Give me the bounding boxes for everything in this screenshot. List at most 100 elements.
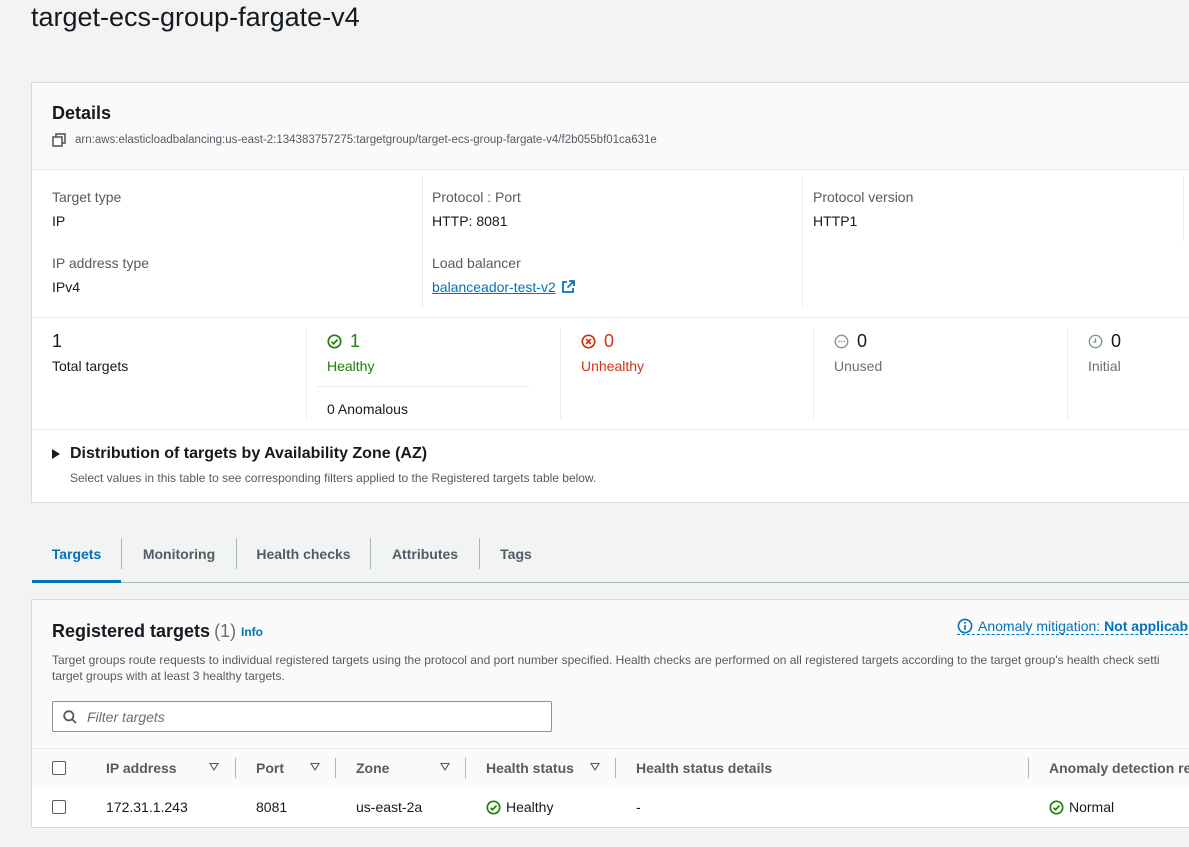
check-circle-icon xyxy=(486,799,501,815)
cell-anomaly: Normal xyxy=(1049,787,1114,827)
anomaly-mitigation-label: Anomaly mitigation: xyxy=(978,618,1101,634)
unused-count[interactable]: 0 xyxy=(834,331,867,352)
info-link[interactable]: Info xyxy=(241,625,263,639)
az-distribution-toggle[interactable]: Distribution of targets by Availability … xyxy=(52,445,427,463)
sort-icon[interactable] xyxy=(310,763,320,771)
protocol-port-value: HTTP: 8081 xyxy=(432,213,508,229)
column-divider xyxy=(235,758,236,778)
total-targets-count: 1 xyxy=(52,331,62,352)
ellipsis-circle-icon xyxy=(834,334,849,349)
load-balancer-link[interactable]: balanceador-test-v2 xyxy=(432,279,556,295)
cell-ip: 172.31.1.243 xyxy=(106,799,188,815)
anomalous-count: 0 Anomalous xyxy=(327,401,408,417)
copy-icon[interactable] xyxy=(52,133,66,147)
sort-icon[interactable] xyxy=(209,763,219,771)
registered-targets-title: Registered targets (1) xyxy=(52,621,236,642)
info-icon xyxy=(957,618,973,634)
column-divider xyxy=(465,758,466,778)
column-header-zone[interactable]: Zone xyxy=(356,749,389,787)
column-divider xyxy=(1067,329,1068,419)
protocol-port-label: Protocol : Port xyxy=(432,189,521,205)
total-targets-label: Total targets xyxy=(52,358,129,374)
arn-row: arn:aws:elasticloadbalancing:us-east-2:1… xyxy=(52,133,657,147)
column-header-health-details[interactable]: Health status details xyxy=(636,749,772,787)
sort-icon[interactable] xyxy=(590,763,600,771)
cell-port: 8081 xyxy=(256,799,288,815)
filter-targets-box xyxy=(52,701,552,732)
column-header-port[interactable]: Port xyxy=(256,749,284,787)
unhealthy-value: 0 xyxy=(604,331,615,351)
column-divider xyxy=(1183,175,1184,241)
column-header-anomaly[interactable]: Anomaly detection re xyxy=(1049,749,1189,787)
clock-icon xyxy=(1088,334,1103,349)
table-header: IP address Port Zone Health status Healt… xyxy=(32,748,1189,788)
target-type-value: IP xyxy=(52,213,66,229)
az-distribution-title: Distribution of targets by Availability … xyxy=(70,445,428,462)
description-line-1: Target groups route requests to individu… xyxy=(52,653,1160,667)
protocol-version-label: Protocol version xyxy=(813,189,914,205)
ip-address-type-label: IP address type xyxy=(52,255,150,271)
total-targets-value: 1 xyxy=(52,331,63,351)
registered-targets-description: Target groups route requests to individu… xyxy=(52,652,1189,684)
registered-targets-header: Registered targets (1) Info Anomaly mitig… xyxy=(32,600,1189,748)
unused-label: Unused xyxy=(834,358,883,374)
check-circle-icon xyxy=(1049,799,1064,815)
ip-address-type-value: IPv4 xyxy=(52,279,81,295)
column-divider xyxy=(335,758,336,778)
registered-targets-panel: Registered targets (1) Info Anomaly mitig… xyxy=(31,599,1189,828)
tab-targets[interactable]: Targets xyxy=(32,538,121,583)
health-status-text: Healthy xyxy=(506,799,554,815)
column-divider xyxy=(813,329,814,419)
column-divider xyxy=(560,329,561,419)
column-divider xyxy=(615,758,616,778)
cell-health-details: - xyxy=(636,799,641,815)
target-type-label: Target type xyxy=(52,189,122,205)
description-line-2: target groups with at least 3 healthy ta… xyxy=(52,669,285,683)
unhealthy-count[interactable]: 0 xyxy=(581,331,614,352)
divider xyxy=(32,429,1189,430)
caret-right-icon xyxy=(52,449,60,459)
details-panel: Details arn:aws:elasticloadbalancing:us-… xyxy=(31,82,1189,503)
search-icon xyxy=(63,709,77,724)
details-header: Details arn:aws:elasticloadbalancing:us-… xyxy=(32,83,1189,170)
load-balancer-value: balanceador-test-v2 xyxy=(432,279,575,295)
load-balancer-label: Load balancer xyxy=(432,255,521,271)
divider xyxy=(32,317,1189,318)
sort-icon[interactable] xyxy=(440,763,450,771)
healthy-count[interactable]: 1 xyxy=(327,331,360,352)
anomaly-mitigation-value: Not applicab xyxy=(1104,618,1189,634)
column-divider xyxy=(802,175,803,307)
x-circle-icon xyxy=(581,334,596,349)
tab-monitoring[interactable]: Monitoring xyxy=(122,538,236,582)
check-circle-icon xyxy=(327,334,342,349)
page-title: target-ecs-group-fargate-v4 xyxy=(31,2,360,32)
cell-zone: us-east-2a xyxy=(356,799,423,815)
unused-value: 0 xyxy=(857,331,868,351)
column-header-ip[interactable]: IP address xyxy=(106,749,177,787)
healthy-label: Healthy xyxy=(327,358,375,374)
registered-targets-title-text: Registered targets xyxy=(52,621,211,641)
column-divider xyxy=(1028,758,1029,778)
column-divider xyxy=(422,175,423,307)
anomaly-text: Normal xyxy=(1069,799,1115,815)
protocol-version-value: HTTP1 xyxy=(813,213,858,229)
tab-health-checks[interactable]: Health checks xyxy=(237,538,370,582)
select-all-checkbox[interactable] xyxy=(52,761,66,775)
table-row[interactable]: 172.31.1.243 8081 us-east-2a Healthy - N… xyxy=(32,787,1189,827)
divider xyxy=(317,386,529,387)
filter-targets-input[interactable] xyxy=(85,707,519,726)
initial-label: Initial xyxy=(1088,358,1121,374)
az-distribution-description: Select values in this table to see corre… xyxy=(70,471,597,485)
cell-health-status: Healthy xyxy=(486,787,553,827)
external-link-icon[interactable] xyxy=(561,280,575,294)
column-header-health-status[interactable]: Health status xyxy=(486,749,574,787)
row-checkbox[interactable] xyxy=(52,800,66,814)
initial-count[interactable]: 0 xyxy=(1088,331,1121,352)
tab-tags[interactable]: Tags xyxy=(480,538,552,582)
anomaly-mitigation-link[interactable]: Anomaly mitigation: Not applicab xyxy=(957,618,1189,635)
healthy-value: 1 xyxy=(350,331,361,351)
registered-targets-count: (1) xyxy=(214,621,237,641)
tab-attributes[interactable]: Attributes xyxy=(371,538,479,582)
column-divider xyxy=(306,329,307,419)
arn-text: arn:aws:elasticloadbalancing:us-east-2:1… xyxy=(75,134,657,146)
